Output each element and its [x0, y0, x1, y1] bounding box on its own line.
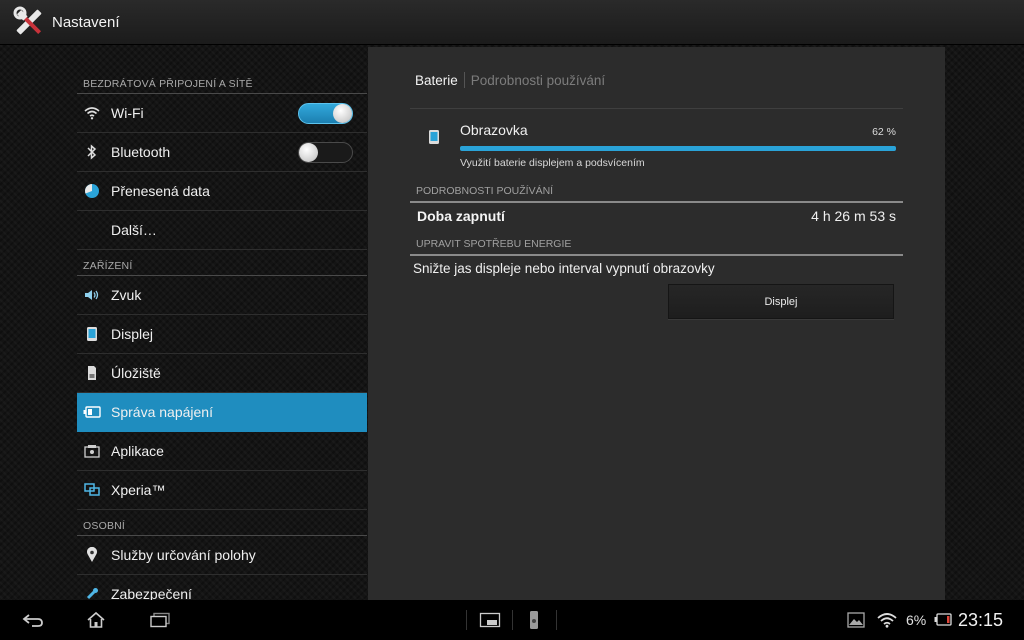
small-apps-button[interactable]: [476, 608, 504, 632]
battery-percent: 6%: [906, 612, 927, 628]
usage-details-header: PODROBNOSTI POUŽÍVÁNÍ: [416, 185, 554, 197]
entry-description: Využití baterie displejem a podsvícením: [460, 157, 645, 169]
energy-divider: [410, 254, 903, 256]
on-time-label: Doba zapnutí: [417, 208, 505, 224]
sidebar-item-label: Zvuk: [111, 287, 142, 303]
tab-battery[interactable]: Baterie: [415, 73, 458, 88]
settings-list: BEZDRÁTOVÁ PŘIPOJENÍ A SÍTĚ Wi-Fi Blueto…: [77, 68, 367, 600]
app-title: Nastavení: [52, 13, 120, 31]
display-icon: [83, 325, 101, 343]
wifi-icon: [83, 104, 101, 122]
remote-control-icon: [530, 611, 538, 629]
apps-icon: [83, 442, 101, 460]
toggle-knob: [299, 143, 318, 162]
sidebar-item-label: Aplikace: [111, 443, 164, 459]
section-header-device: ZAŘÍZENÍ: [77, 250, 367, 276]
sidebar-item-label: Bluetooth: [111, 144, 171, 160]
detail-panel: Baterie Podrobnosti používání Obrazovka …: [368, 47, 945, 600]
system-bar: 6% 23:15: [0, 600, 1024, 640]
usage-details-divider: [410, 201, 903, 203]
data-usage-icon: [83, 182, 101, 200]
sidebar-item-data-usage[interactable]: Přenesená data: [77, 172, 367, 211]
sidebar-item-apps[interactable]: Aplikace: [77, 432, 367, 471]
sidebar-item-security[interactable]: Zabezpečení: [77, 575, 367, 600]
location-pin-icon: [83, 546, 101, 564]
back-icon: [22, 614, 43, 627]
home-icon: [87, 611, 105, 628]
xperia-icon: [83, 481, 101, 499]
usage-progress-fill: [460, 146, 896, 151]
image-notification-icon: [847, 612, 865, 628]
section-header-wireless: BEZDRÁTOVÁ PŘIPOJENÍ A SÍTĚ: [77, 68, 367, 94]
sidebar-item-label: Wi-Fi: [111, 105, 144, 121]
sidebar-item-wifi[interactable]: Wi-Fi: [77, 94, 367, 133]
settings-tools-icon[interactable]: [12, 5, 46, 39]
tabs-divider: [410, 108, 903, 109]
tab-usage-details[interactable]: Podrobnosti používání: [471, 73, 605, 88]
bluetooth-toggle[interactable]: [298, 142, 353, 163]
entry-percent: 62 %: [872, 126, 896, 138]
gallery-notification[interactable]: [842, 608, 870, 632]
sidebar-item-label: Zabezpečení: [111, 586, 192, 600]
sidebar-item-label: Úložiště: [111, 365, 161, 381]
sidebar-item-label: Správa napájení: [111, 404, 213, 420]
display-settings-button[interactable]: Displej: [668, 284, 894, 319]
sidebar-item-more[interactable]: Další…: [77, 211, 367, 250]
sidebar-item-label: Přenesená data: [111, 183, 210, 199]
back-button[interactable]: [19, 608, 47, 632]
recent-apps-button[interactable]: [146, 608, 174, 632]
bluetooth-icon: [83, 143, 101, 161]
nav-separator: [556, 610, 557, 630]
home-button[interactable]: [82, 608, 110, 632]
panel-tabs: Baterie Podrobnosti používání: [415, 72, 605, 88]
sidebar-item-location[interactable]: Služby určování polohy: [77, 536, 367, 575]
toggle-knob: [333, 104, 352, 123]
sidebar-item-xperia[interactable]: Xperia™: [77, 471, 367, 510]
sidebar-item-label: Služby určování polohy: [111, 547, 256, 563]
small-app-window-icon: [479, 612, 501, 628]
battery-icon: [83, 403, 101, 421]
sidebar-item-sound[interactable]: Zvuk: [77, 276, 367, 315]
wifi-status-icon: [876, 612, 898, 633]
entry-title: Obrazovka: [460, 122, 528, 138]
action-bar: Nastavení: [0, 0, 1024, 45]
remote-button[interactable]: [520, 608, 548, 632]
energy-header: UPRAVIT SPOTŘEBU ENERGIE: [416, 238, 572, 250]
sidebar-item-label: Další…: [111, 222, 157, 238]
storage-icon: [83, 364, 101, 382]
sidebar-item-power-management[interactable]: Správa napájení: [77, 393, 367, 432]
wifi-toggle[interactable]: [298, 103, 353, 124]
sidebar-item-storage[interactable]: Úložiště: [77, 354, 367, 393]
sidebar-item-bluetooth[interactable]: Bluetooth: [77, 133, 367, 172]
battery-status-icon: [934, 613, 952, 631]
sidebar-item-label: Displej: [111, 326, 154, 342]
lock-icon: [83, 585, 101, 600]
usage-progress-bar: [460, 146, 896, 151]
section-header-personal: OSOBNÍ: [77, 510, 367, 536]
speaker-icon: [83, 286, 101, 304]
display-icon: [428, 129, 440, 150]
status-clock: 23:15: [958, 610, 1004, 630]
sidebar-item-label: Xperia™: [111, 482, 166, 498]
nav-separator: [466, 610, 467, 630]
energy-tip: Snižte jas displeje nebo interval vypnut…: [413, 261, 715, 276]
nav-separator: [512, 610, 513, 630]
sidebar-item-display[interactable]: Displej: [77, 315, 367, 354]
tab-separator: [463, 72, 465, 88]
recent-apps-icon: [150, 612, 170, 628]
on-time-value: 4 h 26 m 53 s: [811, 208, 896, 224]
